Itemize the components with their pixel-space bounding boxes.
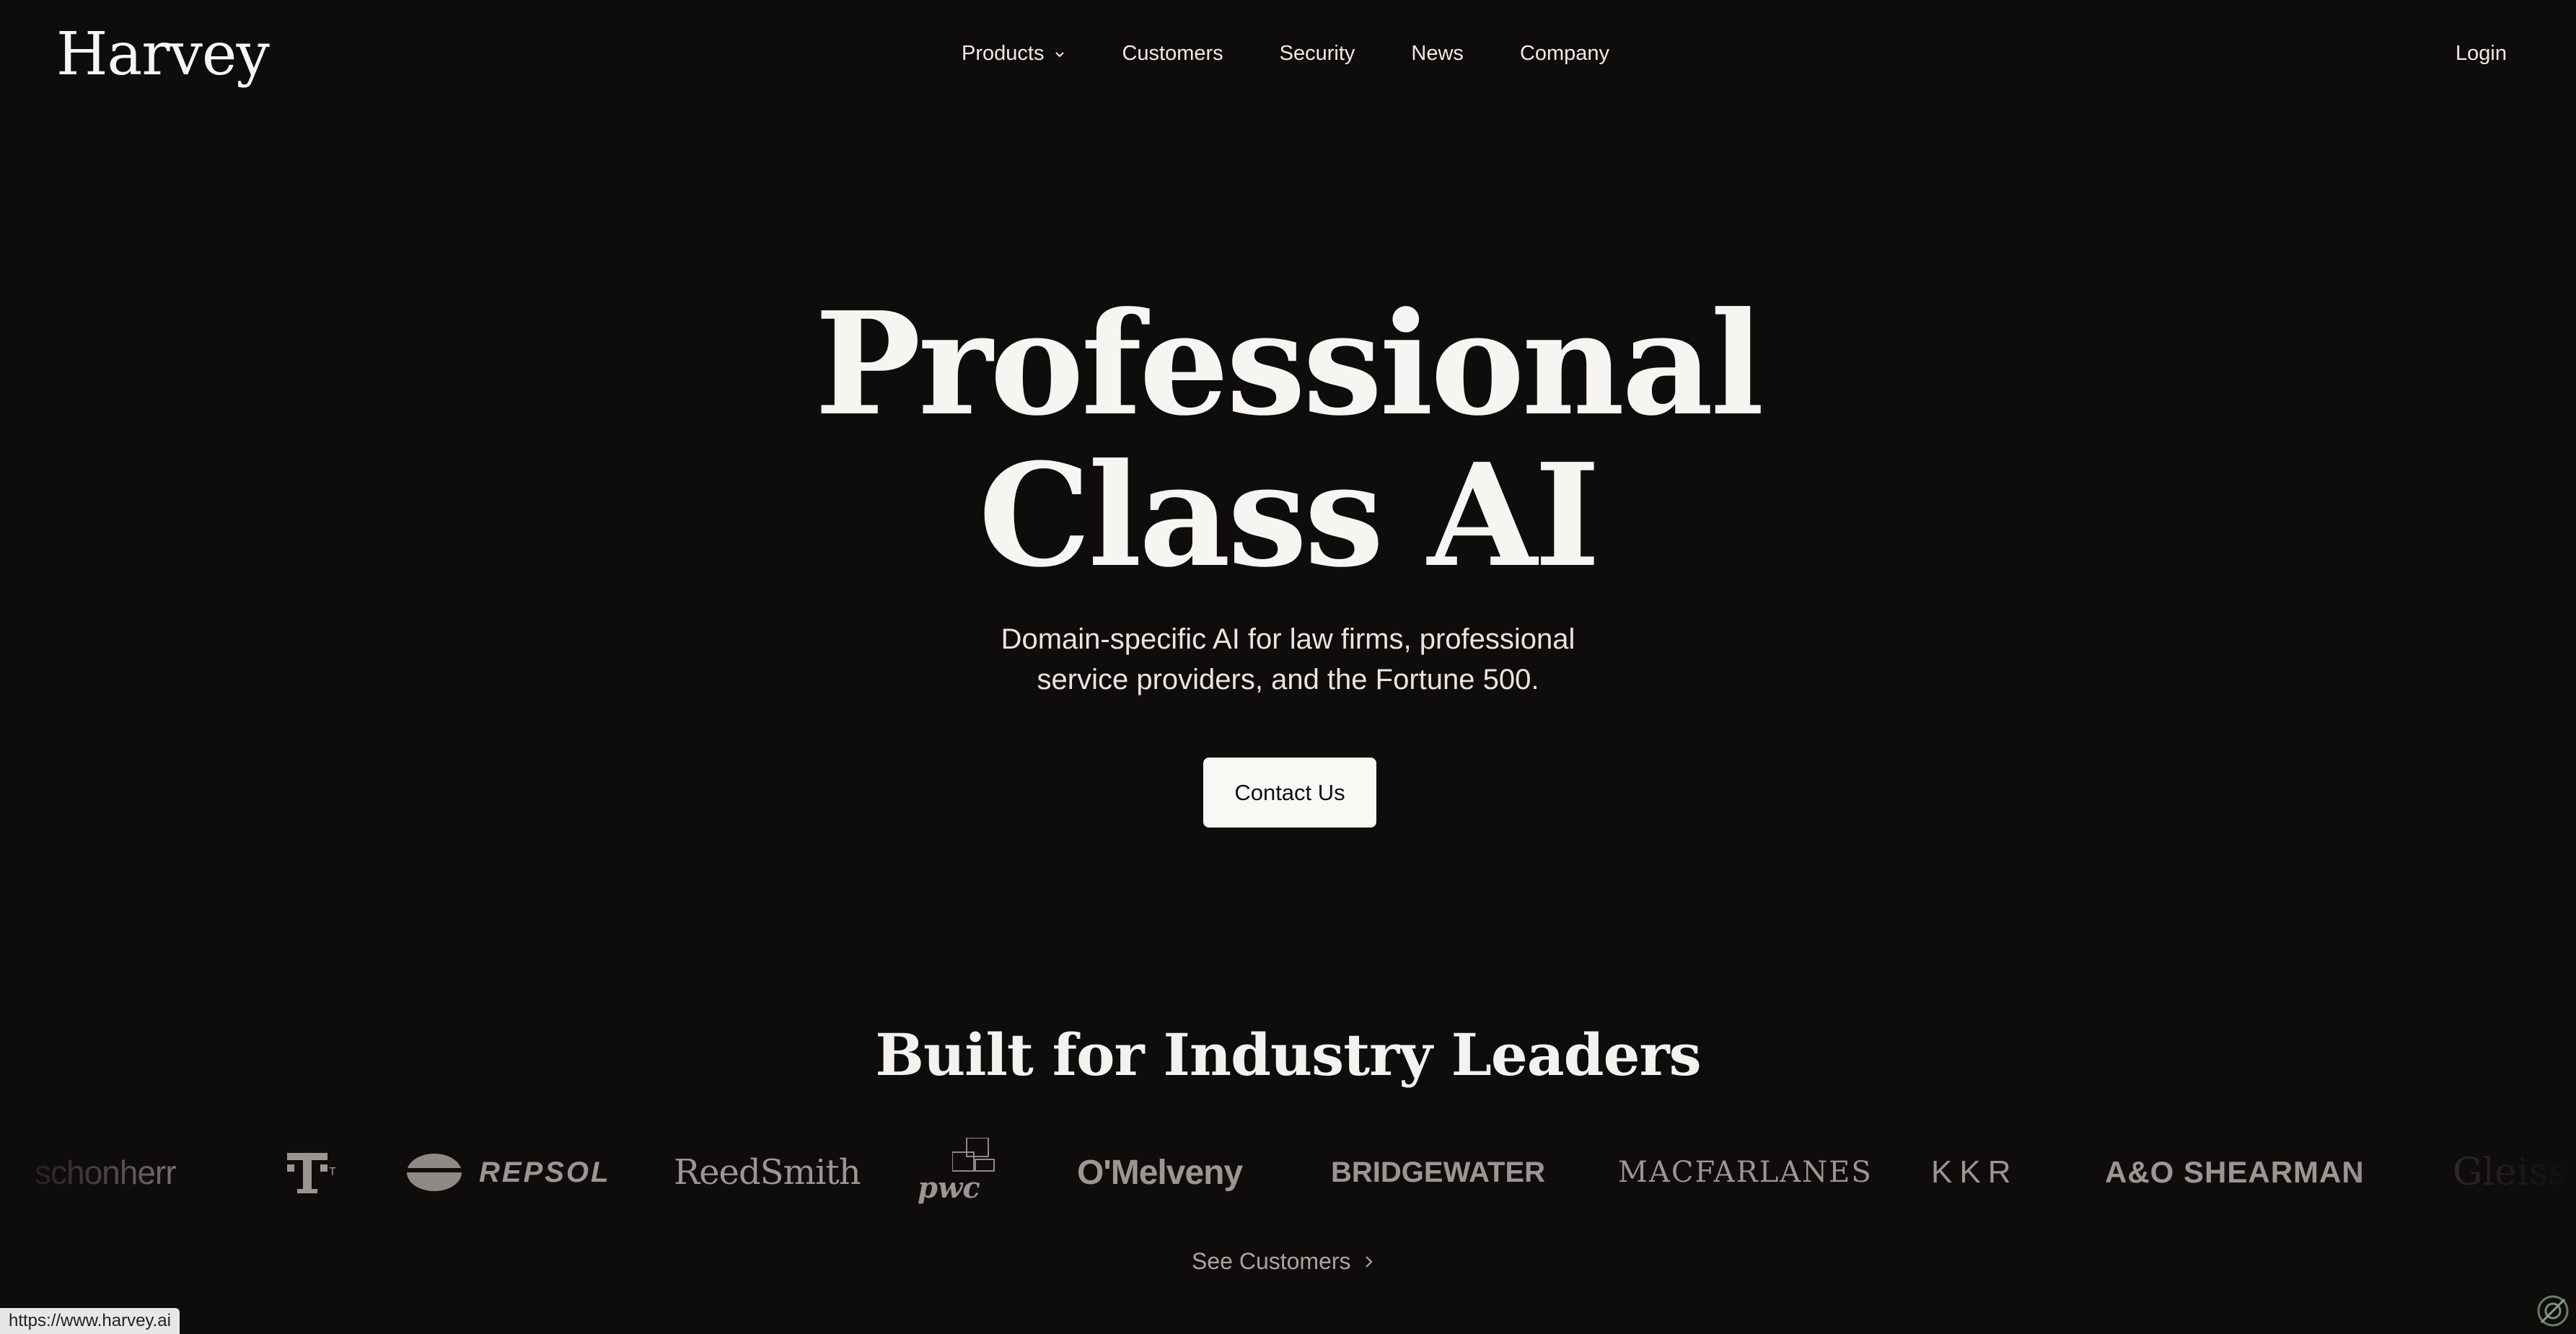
extension-icon[interactable] [2536,1294,2570,1328]
chevron-down-icon [1055,51,1065,57]
contact-us-button[interactable]: Contact Us [1203,758,1376,828]
nav-security[interactable]: Security [1280,42,1355,66]
logo-repsol: REPSOL [405,1125,610,1219]
harvey-logo[interactable]: Harvey [56,20,270,89]
logo-reedsmith: ReedSmith [674,1152,861,1193]
hero-title-line-2: Class AI [978,433,1600,599]
nav-news[interactable]: News [1411,42,1464,66]
logo-kkr: KKR [1931,1154,2018,1190]
logo-bridgewater: BRIDGEWATER [1331,1156,1546,1188]
login-link[interactable]: Login [2456,42,2507,66]
status-bar-url: https://www.harvey.ai [0,1308,180,1334]
hero-subtitle: Domain-specific AI for law firms, profes… [0,619,2576,700]
industry-leaders-heading: Built for Industry Leaders [875,1021,1701,1089]
nav-company[interactable]: Company [1520,42,1609,66]
logo-deutsche-telekom: T [286,1125,336,1219]
logo-schonherr: schonherr [35,1154,177,1191]
logo-ao-shearman: A&O SHEARMAN [2105,1155,2365,1189]
see-customers-label: See Customers [1192,1248,1351,1274]
chevron-right-icon [1365,1255,1373,1268]
nav-products-label: Products [962,42,1045,65]
hero-title-line-1: Professional [814,281,1764,447]
main-nav: Products Customers Security News Company [962,42,1609,66]
hero-subtitle-line-2: service providers, and the Fortune 500. [1037,664,1539,695]
pwc-blocks-icon [952,1138,995,1172]
hero-subtitle-line-1: Domain-specific AI for law firms, profes… [1001,623,1575,655]
customer-logo-strip: schonherr T REPSOL ReedSmith pwc O'Melve… [0,1125,2576,1219]
nav-products[interactable]: Products [962,42,1065,66]
pwc-wordmark: pwc [918,1171,980,1205]
repsol-wordmark: REPSOL [479,1156,611,1188]
see-customers-link[interactable]: See Customers [1192,1248,1374,1275]
logo-macfarlanes: MACFARLANES [1618,1156,1873,1189]
nav-customers[interactable]: Customers [1122,42,1223,66]
hero-title: Professional Class AI [0,289,2576,592]
top-navigation: Harvey Products Customers Security News … [0,0,2576,115]
logo-gleiss-lutz: Gleiss L [2453,1151,2576,1194]
logo-pwc: pwc [918,1125,1004,1219]
telekom-t-logo [287,1153,328,1193]
logo-omelveny: O'Melveny [1077,1153,1243,1192]
repsol-mark [405,1154,469,1191]
